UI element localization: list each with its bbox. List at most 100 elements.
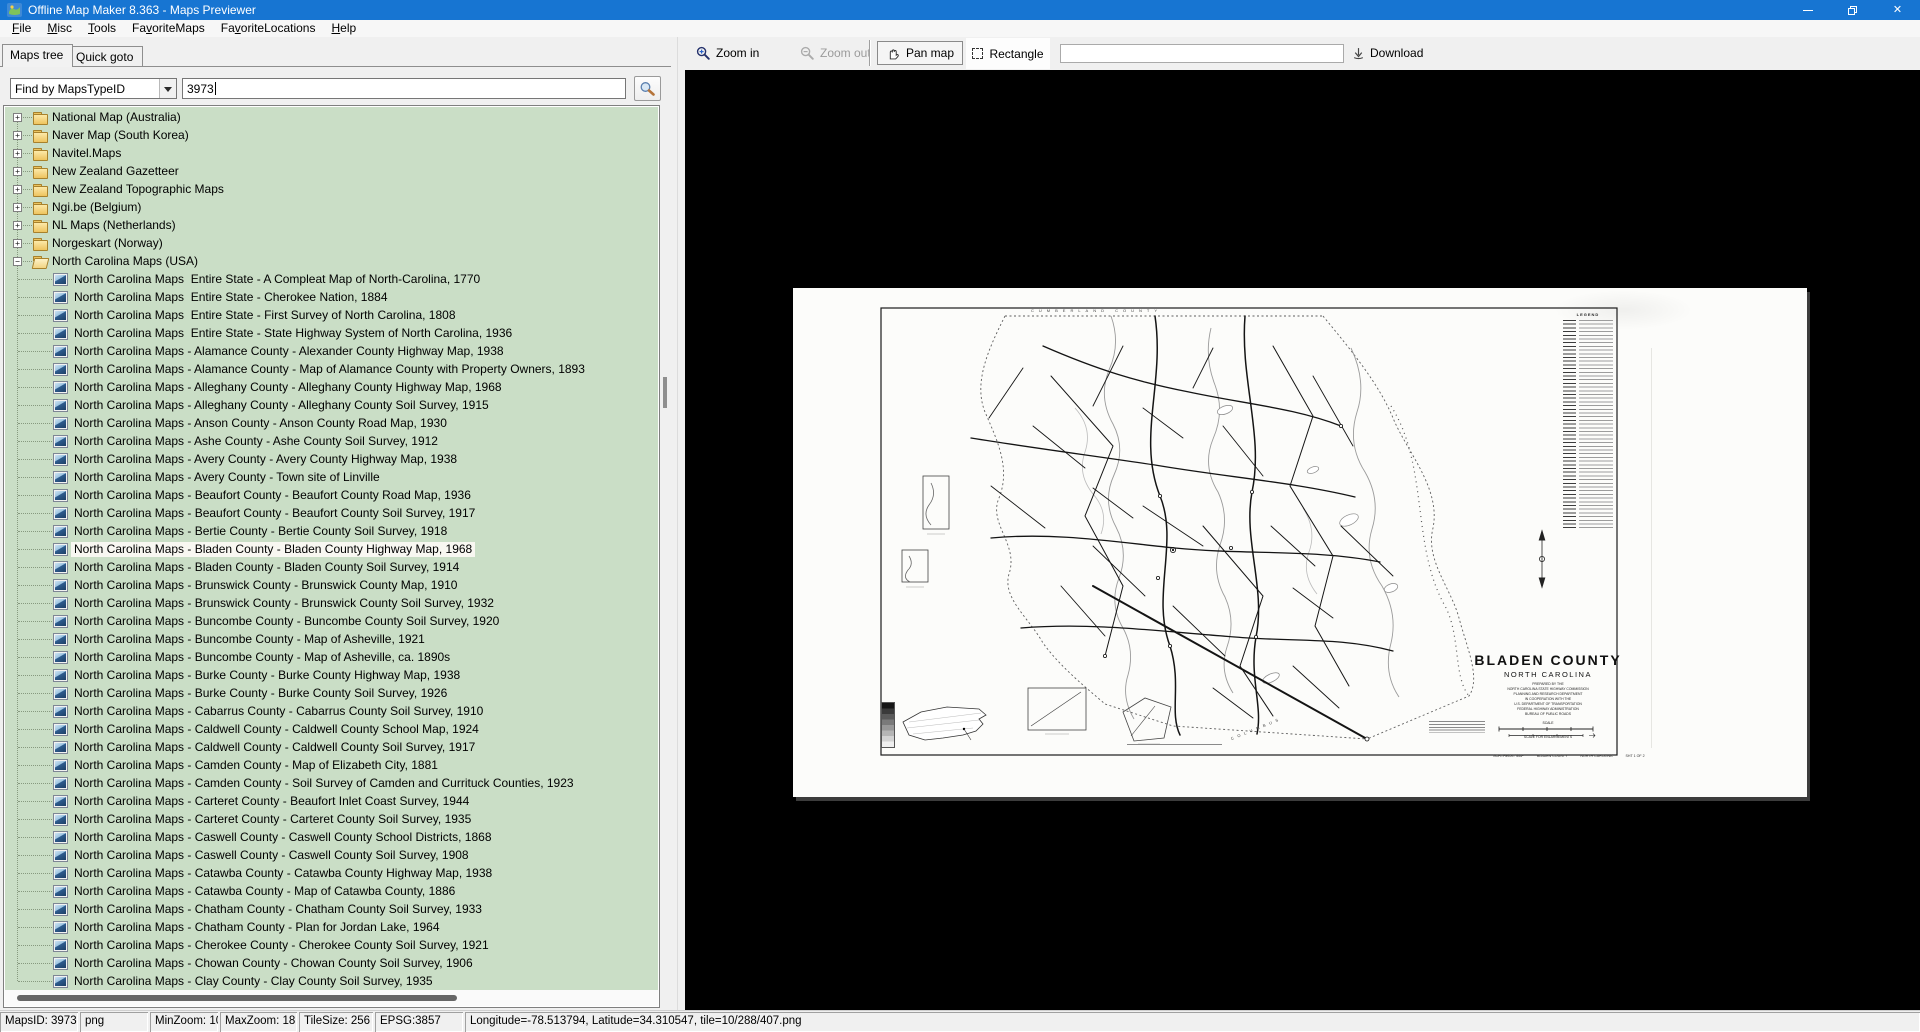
tree-map-item[interactable]: North Carolina Maps - Anson County - Ans… (5, 415, 658, 433)
tree-map-item[interactable]: North Carolina Maps - Bertie County - Be… (5, 523, 658, 541)
tree-map-item[interactable]: North Carolina Maps - Catawba County - C… (5, 865, 658, 883)
tree-map-item[interactable]: North Carolina Maps - Chowan County - Ch… (5, 955, 658, 973)
expand-icon[interactable]: + (13, 131, 22, 140)
zoom-in-button[interactable]: Zoom in (696, 43, 759, 63)
tree-map-item[interactable]: North Carolina Maps - Brunswick County -… (5, 595, 658, 613)
tree-folder[interactable]: +New Zealand Topographic Maps (5, 181, 658, 199)
zoom-out-button[interactable]: Zoom out (800, 43, 871, 63)
tree-item-label: North Carolina Maps - Caldwell County - … (71, 722, 482, 737)
tree-map-item[interactable]: North Carolina Maps - Buncombe County - … (5, 649, 658, 667)
collapse-icon[interactable]: − (13, 257, 22, 266)
toolbar-input[interactable] (1060, 44, 1344, 63)
rectangle-button[interactable]: Rectangle (966, 38, 1050, 69)
chevron-down-icon[interactable] (159, 79, 176, 98)
tree-map-item[interactable]: North Carolina Maps - Beaufort County - … (5, 505, 658, 523)
map-icon (53, 957, 68, 970)
menu-favoritelocations[interactable]: FavoriteLocations (213, 20, 324, 37)
tree-map-item[interactable]: North Carolina Maps - Caswell County - C… (5, 829, 658, 847)
tab-quick-goto[interactable]: Quick goto (68, 46, 143, 66)
download-button[interactable]: Download (1352, 43, 1423, 63)
tree-item-label: North Carolina Maps - Alleghany County -… (71, 398, 492, 413)
close-button[interactable]: ✕ (1875, 0, 1920, 20)
tree-map-item[interactable]: North Carolina Maps - Catawba County - M… (5, 883, 658, 901)
tree-map-item[interactable]: North Carolina Maps - Caswell County - C… (5, 847, 658, 865)
expand-icon[interactable]: + (13, 149, 22, 158)
menu-help[interactable]: Help (323, 20, 364, 37)
vertical-scroll-thumb[interactable] (663, 377, 667, 408)
tree-connector (18, 441, 52, 442)
tree-folder[interactable]: +Navitel.Maps (5, 145, 658, 163)
tree-map-item[interactable]: North Carolina Maps - Bladen County - Bl… (5, 541, 658, 559)
search-input[interactable]: 3973 (182, 78, 626, 99)
expand-icon[interactable]: + (13, 167, 22, 176)
tree-map-item[interactable]: North Carolina Maps Entire State - State… (5, 325, 658, 343)
restore-button[interactable] (1830, 0, 1875, 20)
tree-map-item[interactable]: North Carolina Maps - Burke County - Bur… (5, 685, 658, 703)
tree-map-item[interactable]: North Carolina Maps - Buncombe County - … (5, 613, 658, 631)
tree-map-item[interactable]: North Carolina Maps - Caldwell County - … (5, 721, 658, 739)
tree-map-item[interactable]: North Carolina Maps - Ashe County - Ashe… (5, 433, 658, 451)
tree-map-item[interactable]: North Carolina Maps - Cabarrus County - … (5, 703, 658, 721)
tree-map-item[interactable]: North Carolina Maps - Burke County - Bur… (5, 667, 658, 685)
search-button[interactable] (634, 76, 661, 101)
tree-map-item[interactable]: North Carolina Maps - Bladen County - Bl… (5, 559, 658, 577)
tree-map-item[interactable]: North Carolina Maps - Chatham County - C… (5, 901, 658, 919)
tree-folder[interactable]: +NL Maps (Netherlands) (5, 217, 658, 235)
tree-map-item[interactable]: North Carolina Maps Entire State - Chero… (5, 289, 658, 307)
tree-folder[interactable]: + New Zealand Gazetteer (5, 163, 658, 181)
tree-map-item[interactable]: North Carolina Maps - Avery County - Tow… (5, 469, 658, 487)
status-segment: TileSize: 256 (299, 1012, 373, 1032)
tree-map-item[interactable]: North Carolina Maps - Alleghany County -… (5, 379, 658, 397)
tree-map-item[interactable]: North Carolina Maps - Carteret County - … (5, 811, 658, 829)
tab-maps-tree[interactable]: Maps tree (2, 44, 73, 67)
tree-map-item[interactable]: North Carolina Maps - Alamance County - … (5, 343, 658, 361)
search-icon (639, 81, 656, 97)
tree-map-item[interactable]: North Carolina Maps - Avery County - Ave… (5, 451, 658, 469)
menu-tools[interactable]: Tools (80, 20, 124, 37)
tree-item-label: New Zealand Gazetteer (49, 164, 182, 179)
menu-misc[interactable]: Misc (39, 20, 80, 37)
folder-icon (33, 112, 48, 124)
tree-map-item[interactable]: North Carolina Maps - Cherokee County - … (5, 937, 658, 955)
tree-horizontal-scrollbar[interactable] (5, 990, 658, 1006)
tree-map-item[interactable]: North Carolina Maps - Brunswick County -… (5, 577, 658, 595)
pan-map-button[interactable]: Pan map (877, 41, 963, 65)
minimize-button[interactable] (1785, 0, 1830, 20)
expand-icon[interactable]: + (13, 113, 22, 122)
tree-connector (18, 603, 52, 604)
tree-map-item[interactable]: North Carolina Maps - Caldwell County - … (5, 739, 658, 757)
tree-folder[interactable]: +National Map (Australia) (5, 109, 658, 127)
menu-file[interactable]: File (4, 20, 39, 37)
tree-folder[interactable]: +Norgeskart (Norway) (5, 235, 658, 253)
tree-map-item[interactable]: North Carolina Maps - Buncombe County - … (5, 631, 658, 649)
tree-item-label: North Carolina Maps Entire State - State… (71, 326, 515, 341)
tree-map-item[interactable]: North Carolina Maps - Carteret County - … (5, 793, 658, 811)
tree-folder[interactable]: +Ngi.be (Belgium) (5, 199, 658, 217)
find-mode-select[interactable]: Find by MapsTypeID (10, 78, 177, 99)
map-canvas[interactable]: CUMBERLAND COUNTY COLUMBUS LEGEND BLADEN… (685, 70, 1920, 1010)
expand-icon[interactable]: + (13, 203, 22, 212)
menu-bar: FileMiscToolsFavoriteMapsFavoriteLocatio… (0, 20, 1920, 37)
tree-map-item[interactable]: North Carolina Maps - Clay County - Clay… (5, 973, 658, 990)
expand-icon[interactable]: + (13, 185, 22, 194)
tree-item-label: North Carolina Maps - Brunswick County -… (71, 596, 497, 611)
tree-folder[interactable]: +Naver Map (South Korea) (5, 127, 658, 145)
tree-map-item[interactable]: North Carolina Maps - Alleghany County -… (5, 397, 658, 415)
tree-map-item[interactable]: North Carolina Maps - Alamance County - … (5, 361, 658, 379)
tree-map-item[interactable]: North Carolina Maps - Camden County - Ma… (5, 757, 658, 775)
title-bar[interactable]: Offline Map Maker 8.363 - Maps Previewer… (0, 0, 1920, 20)
menu-favoritemaps[interactable]: FavoriteMaps (124, 20, 213, 37)
tree-map-item[interactable]: North Carolina Maps Entire State - First… (5, 307, 658, 325)
tree-map-item[interactable]: North Carolina Maps - Beaufort County - … (5, 487, 658, 505)
tree-map-item[interactable]: North Carolina Maps - Camden County - So… (5, 775, 658, 793)
expand-icon[interactable]: + (13, 239, 22, 248)
map-icon (53, 723, 68, 736)
tree-folder[interactable]: −North Carolina Maps (USA) (5, 253, 658, 271)
toolbar-separator (869, 40, 870, 66)
tree-connector (18, 963, 52, 964)
tree-map-item[interactable]: North Carolina Maps Entire State - A Com… (5, 271, 658, 289)
rectangle-icon (972, 48, 983, 59)
expand-icon[interactable]: + (13, 221, 22, 230)
horizontal-scroll-thumb[interactable] (17, 995, 457, 1001)
tree-map-item[interactable]: North Carolina Maps - Chatham County - P… (5, 919, 658, 937)
